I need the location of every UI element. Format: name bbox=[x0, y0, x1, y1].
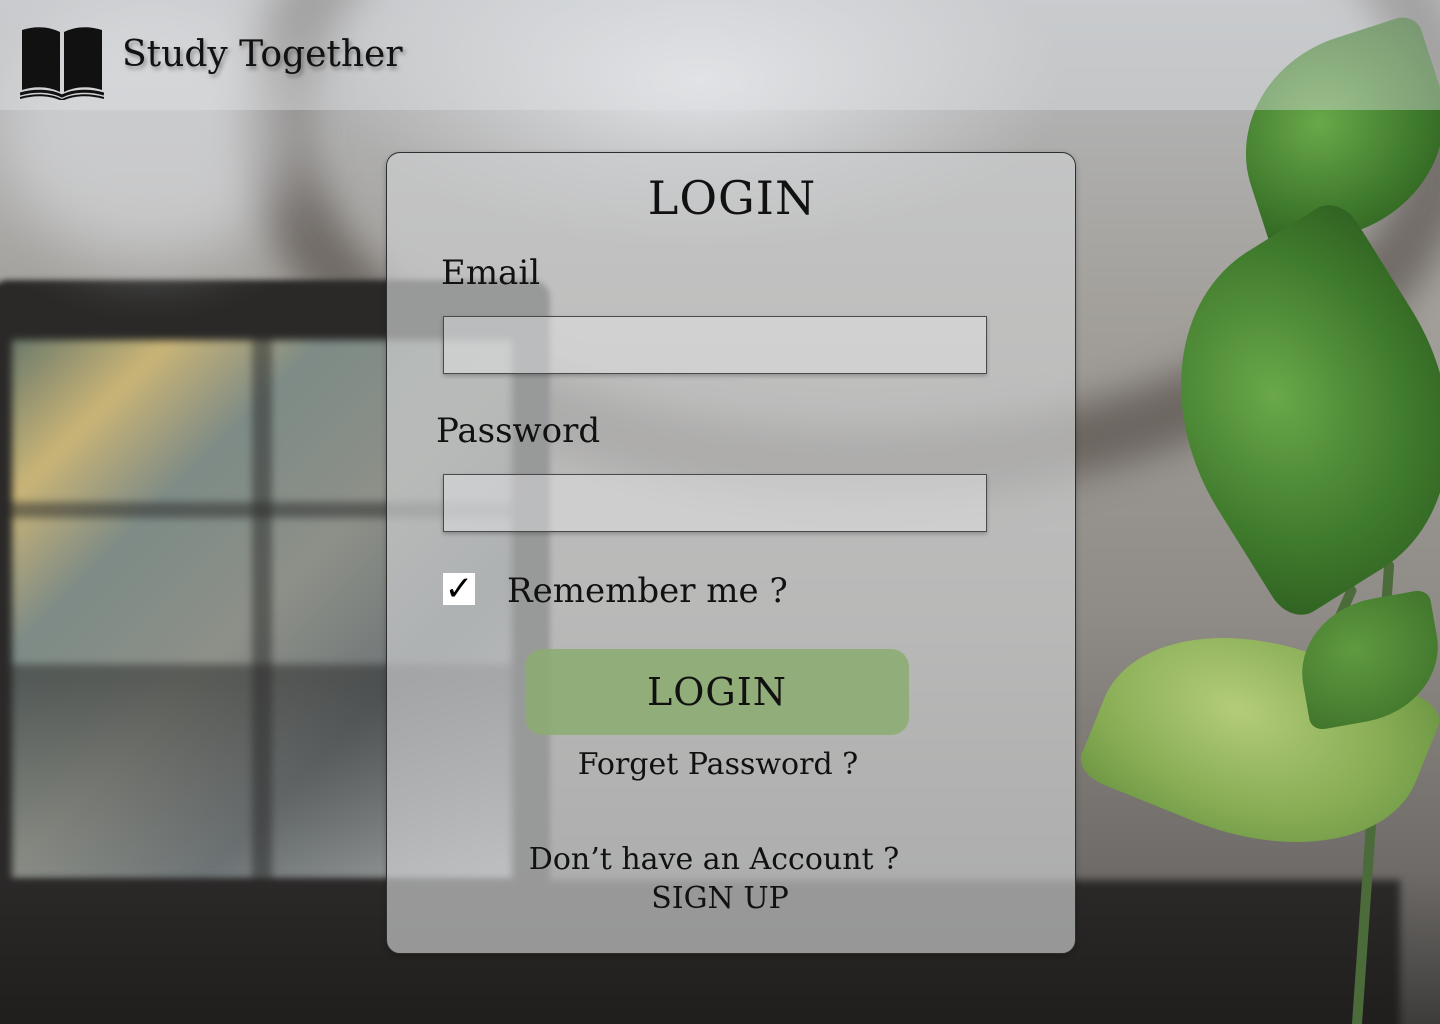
password-input[interactable] bbox=[443, 474, 987, 532]
login-button[interactable]: LOGIN bbox=[525, 649, 909, 735]
login-title: LOGIN bbox=[647, 171, 817, 225]
sign-up-link[interactable]: SIGN UP bbox=[375, 881, 1065, 916]
remember-me-checkbox[interactable]: ✓ bbox=[443, 569, 475, 609]
login-card: LOGIN Email Password ✓ Remember me ? LOG… bbox=[386, 152, 1076, 954]
email-input[interactable] bbox=[443, 316, 987, 374]
brand-name[interactable]: Study Together bbox=[122, 34, 403, 75]
password-label: Password bbox=[436, 411, 601, 451]
top-header-bar: Study Together bbox=[0, 0, 1440, 110]
remember-me-label[interactable]: Remember me ? bbox=[507, 571, 788, 611]
no-account-text: Don’t have an Account ? bbox=[528, 842, 900, 877]
forgot-password-link[interactable]: Forget Password ? bbox=[373, 747, 1063, 782]
open-book-icon[interactable] bbox=[19, 24, 105, 102]
checkmark-icon: ✓ bbox=[444, 569, 474, 609]
email-label: Email bbox=[441, 253, 541, 293]
